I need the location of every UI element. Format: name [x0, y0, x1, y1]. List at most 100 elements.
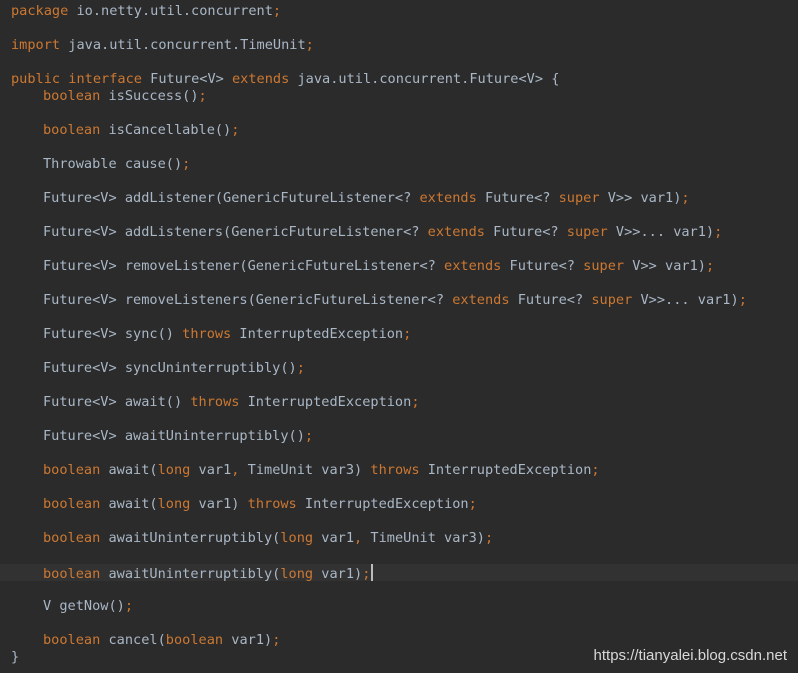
- code-token: Future<V> sync(): [43, 326, 183, 342]
- keyword-token: throws: [247, 496, 297, 512]
- keyword-token: boolean: [43, 566, 101, 582]
- keyword-token: extends: [427, 224, 485, 240]
- code-line[interactable]: Throwable cause();: [0, 156, 798, 173]
- code-line[interactable]: Future<V> removeListeners(GenericFutureL…: [0, 292, 798, 309]
- code-token: V>>... var1): [607, 224, 715, 240]
- code-token: var1): [223, 632, 273, 648]
- code-token: }: [11, 649, 20, 665]
- code-line[interactable]: import java.util.concurrent.TimeUnit;: [0, 37, 798, 54]
- keyword-token: long: [280, 530, 314, 546]
- keyword-token: boolean: [43, 496, 101, 512]
- code-token: Future<?: [476, 190, 559, 206]
- text-caret: [371, 564, 374, 581]
- keyword-token: interface: [68, 71, 142, 87]
- code-line[interactable]: Future<V> await() throws InterruptedExce…: [0, 394, 798, 411]
- code-token: var1): [190, 496, 248, 512]
- code-line[interactable]: boolean awaitUninterruptibly(long var1);: [0, 564, 798, 582]
- code-token: Future<?: [484, 224, 567, 240]
- code-token: var1: [190, 462, 232, 478]
- code-line[interactable]: public interface Future<V> extends java.…: [0, 71, 798, 88]
- code-token: java.util.concurrent.TimeUnit: [60, 37, 306, 53]
- punctuation-token: ;: [705, 258, 715, 274]
- code-line[interactable]: [0, 105, 798, 122]
- code-line[interactable]: [0, 139, 798, 156]
- code-line[interactable]: [0, 20, 798, 37]
- code-line[interactable]: [0, 581, 798, 598]
- code-token: await(: [100, 496, 158, 512]
- code-token: await(: [100, 462, 158, 478]
- keyword-token: super: [566, 224, 608, 240]
- code-line[interactable]: [0, 275, 798, 292]
- keyword-token: public: [11, 71, 61, 87]
- keyword-token: extends: [452, 292, 510, 308]
- code-line[interactable]: [0, 513, 798, 530]
- code-line[interactable]: boolean await(long var1, TimeUnit var3) …: [0, 462, 798, 479]
- code-line[interactable]: [0, 343, 798, 360]
- code-token: Future<V> removeListener(GenericFutureLi…: [43, 258, 445, 274]
- punctuation-token: ;: [484, 530, 494, 546]
- code-token: V getNow(): [43, 598, 125, 614]
- punctuation-token: ;: [198, 88, 207, 104]
- keyword-token: boolean: [165, 632, 224, 648]
- punctuation-token: ;: [272, 632, 281, 648]
- code-line[interactable]: Future<V> addListener(GenericFutureListe…: [0, 190, 798, 207]
- code-line[interactable]: [0, 54, 798, 71]
- code-line[interactable]: Future<V> syncUninterruptibly();: [0, 360, 798, 377]
- code-line[interactable]: [0, 173, 798, 190]
- code-token: InterruptedException: [239, 394, 412, 410]
- code-token: V>> var1): [624, 258, 706, 274]
- code-line[interactable]: [0, 479, 798, 496]
- keyword-token: super: [558, 190, 600, 206]
- code-line[interactable]: Future<V> sync() throws InterruptedExcep…: [0, 326, 798, 343]
- code-token: TimeUnit var3): [239, 462, 371, 478]
- code-line[interactable]: boolean isCancellable();: [0, 122, 798, 139]
- code-line[interactable]: [0, 615, 798, 632]
- keyword-token: extends: [444, 258, 502, 274]
- keyword-token: boolean: [43, 88, 101, 104]
- code-line[interactable]: [0, 411, 798, 428]
- code-line[interactable]: [0, 377, 798, 394]
- code-line[interactable]: Future<V> awaitUninterruptibly();: [0, 428, 798, 445]
- code-token: InterruptedException: [419, 462, 592, 478]
- code-line[interactable]: package io.netty.util.concurrent;: [0, 3, 798, 20]
- keyword-token: extends: [419, 190, 477, 206]
- code-line[interactable]: [0, 241, 798, 258]
- punctuation-token: ;: [738, 292, 747, 308]
- keyword-token: long: [157, 462, 191, 478]
- punctuation-token: ;: [231, 122, 240, 138]
- code-token: Future<?: [509, 292, 592, 308]
- code-line[interactable]: [0, 207, 798, 224]
- code-line[interactable]: [0, 445, 798, 462]
- code-token: java.util.concurrent.Future<V> {: [289, 71, 560, 87]
- punctuation-token: ;: [305, 37, 314, 53]
- code-line[interactable]: [0, 309, 798, 326]
- punctuation-token: ;: [182, 156, 191, 172]
- code-line[interactable]: [0, 547, 798, 564]
- code-token: isCancellable(): [100, 122, 232, 138]
- code-line[interactable]: Future<V> addListeners(GenericFutureList…: [0, 224, 798, 241]
- keyword-token: throws: [190, 394, 240, 410]
- punctuation-token: ;: [403, 326, 412, 342]
- code-line[interactable]: Future<V> removeListener(GenericFutureLi…: [0, 258, 798, 275]
- code-token: awaitUninterruptibly(: [100, 566, 281, 582]
- keyword-token: package: [11, 3, 69, 19]
- code-token: InterruptedException: [231, 326, 404, 342]
- punctuation-token: ,: [354, 530, 363, 546]
- code-editor[interactable]: package io.netty.util.concurrent; import …: [0, 0, 798, 673]
- keyword-token: boolean: [43, 122, 101, 138]
- code-token: io.netty.util.concurrent: [68, 3, 273, 19]
- keyword-token: throws: [370, 462, 420, 478]
- code-token: var1): [313, 566, 363, 582]
- keyword-token: import: [11, 37, 61, 53]
- code-token: V>> var1): [599, 190, 682, 206]
- punctuation-token: ;: [468, 496, 477, 512]
- code-token: Future<V>: [141, 71, 232, 87]
- code-token: isSuccess(): [100, 88, 199, 104]
- code-token: TimeUnit var3): [362, 530, 485, 546]
- code-line[interactable]: boolean isSuccess();: [0, 88, 798, 105]
- code-token: InterruptedException: [296, 496, 469, 512]
- code-line[interactable]: V getNow();: [0, 598, 798, 615]
- code-token: Future<V> await(): [43, 394, 191, 410]
- code-line[interactable]: boolean awaitUninterruptibly(long var1, …: [0, 530, 798, 547]
- code-line[interactable]: boolean await(long var1) throws Interrup…: [0, 496, 798, 513]
